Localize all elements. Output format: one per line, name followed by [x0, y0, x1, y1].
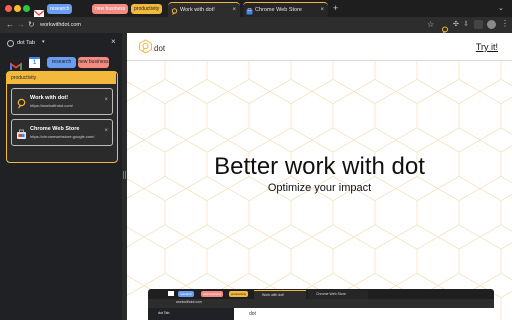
list-item[interactable]: Chrome Web Store https://chromewebstore.…	[11, 119, 113, 146]
close-side-panel-icon[interactable]: ×	[111, 37, 116, 46]
tab-work-with-dot[interactable]: Work with dot! ×	[168, 2, 240, 17]
minimize-window-button[interactable]	[14, 5, 21, 12]
mini-gmail-icon	[168, 291, 174, 296]
tab-group-chip-new-business[interactable]: new business	[92, 4, 129, 14]
list-item-url: https://chromewebstore.google.com/	[30, 134, 95, 139]
list-item-url: https://workwithdot.com/	[30, 103, 73, 108]
page-content: dot Try it! Better work with dot Optimiz…	[127, 33, 512, 320]
side-group-chip-research[interactable]: research	[47, 57, 76, 68]
mini-chip-research: research	[178, 291, 194, 297]
drag-handle-icon	[123, 171, 126, 179]
forward-icon[interactable]: →	[17, 19, 25, 31]
gmail-tab-icon[interactable]	[34, 5, 44, 18]
mini-tab: Chrome Web Store	[308, 290, 368, 299]
dot-tab-logo-icon	[7, 40, 14, 47]
zoom-window-button[interactable]	[23, 5, 30, 12]
extensions-puzzle-icon[interactable]: ✣	[453, 20, 459, 28]
side-panel-title[interactable]: dot Tab	[17, 40, 35, 46]
tab-title: Work with dot!	[180, 7, 215, 13]
list-item-title: Work with dot!	[30, 95, 69, 101]
reload-icon[interactable]: ↻	[28, 19, 35, 31]
mini-traffic-lights-icon	[151, 292, 163, 305]
site-header: dot Try it!	[127, 33, 512, 61]
download-icon[interactable]: ⇩	[463, 20, 469, 28]
close-tab-icon[interactable]: ×	[104, 128, 108, 134]
brand-name[interactable]: dot	[154, 44, 165, 53]
new-tab-button[interactable]: +	[333, 3, 338, 13]
mini-tab: Work with dot!	[254, 290, 306, 299]
side-panel-title-dropdown-icon[interactable]: ▾	[42, 39, 45, 45]
tab-group-productivity: productivity Work with dot! https://work…	[6, 71, 118, 163]
tab-title: Chrome Web Store	[255, 7, 302, 13]
mini-url: workwithdot.com	[176, 300, 203, 304]
side-panel: dot Tab ▾ × 1 research new business prod…	[0, 33, 122, 320]
product-screenshot: research new business productivity Work …	[148, 289, 494, 320]
tab-chrome-web-store[interactable]: Chrome Web Store ×	[243, 2, 328, 17]
dot-logo-icon[interactable]	[138, 39, 153, 54]
browser-window: research new business productivity Work …	[0, 0, 512, 320]
list-item[interactable]: Work with dot! https://workwithdot.com/ …	[11, 88, 113, 115]
try-it-link[interactable]: Try it!	[476, 42, 498, 52]
mini-side-title: dot Tab	[158, 311, 170, 315]
mini-toolbar: workwithdot.com	[148, 299, 494, 308]
dot-favicon-icon	[16, 96, 27, 109]
menu-kebab-icon[interactable]: ⋮	[501, 19, 509, 28]
close-window-button[interactable]	[5, 5, 12, 12]
hero-headline: Better work with dot	[214, 153, 425, 180]
tab-group-label[interactable]: productivity	[7, 72, 116, 84]
chrome-web-store-favicon-icon	[16, 127, 27, 139]
chrome-web-store-favicon-icon	[246, 7, 253, 15]
side-panel-icon[interactable]	[474, 20, 483, 29]
profile-avatar[interactable]	[487, 20, 496, 29]
gmail-shortcut-icon[interactable]	[10, 58, 22, 70]
calendar-shortcut-icon[interactable]: 1	[29, 57, 40, 68]
mini-page: dot	[234, 308, 494, 320]
bookmark-star-icon[interactable]: ☆	[427, 20, 434, 29]
list-item-title: Chrome Web Store	[30, 126, 80, 132]
tab-group-chip-productivity[interactable]: productivity	[131, 4, 163, 14]
address-bar[interactable]: workwithdot.com	[40, 21, 81, 29]
close-tab-icon[interactable]: ×	[104, 97, 108, 103]
tab-search-icon[interactable]: ⌄	[498, 4, 504, 12]
tab-strip: research new business productivity Work …	[0, 0, 512, 18]
side-group-chip-new-business[interactable]: new business	[78, 57, 109, 68]
toolbar: ← → ↻ workwithdot.com ☆ ✣ ⇩ ⋮	[0, 17, 512, 34]
mini-chip-new-business: new business	[201, 291, 224, 297]
dot-extension-icon[interactable]	[441, 21, 449, 34]
close-tab-icon[interactable]: ×	[320, 3, 324, 18]
back-icon[interactable]: ←	[6, 19, 14, 31]
mini-brand: dot	[249, 311, 256, 317]
dot-favicon-icon	[171, 7, 178, 15]
mini-chip-productivity: productivity	[229, 291, 249, 297]
tab-group-chip-research[interactable]: research	[47, 4, 73, 14]
mini-side-panel: dot Tab	[148, 308, 232, 320]
hero-subheadline: Optimize your impact	[267, 182, 372, 194]
close-tab-icon[interactable]: ×	[232, 3, 236, 18]
